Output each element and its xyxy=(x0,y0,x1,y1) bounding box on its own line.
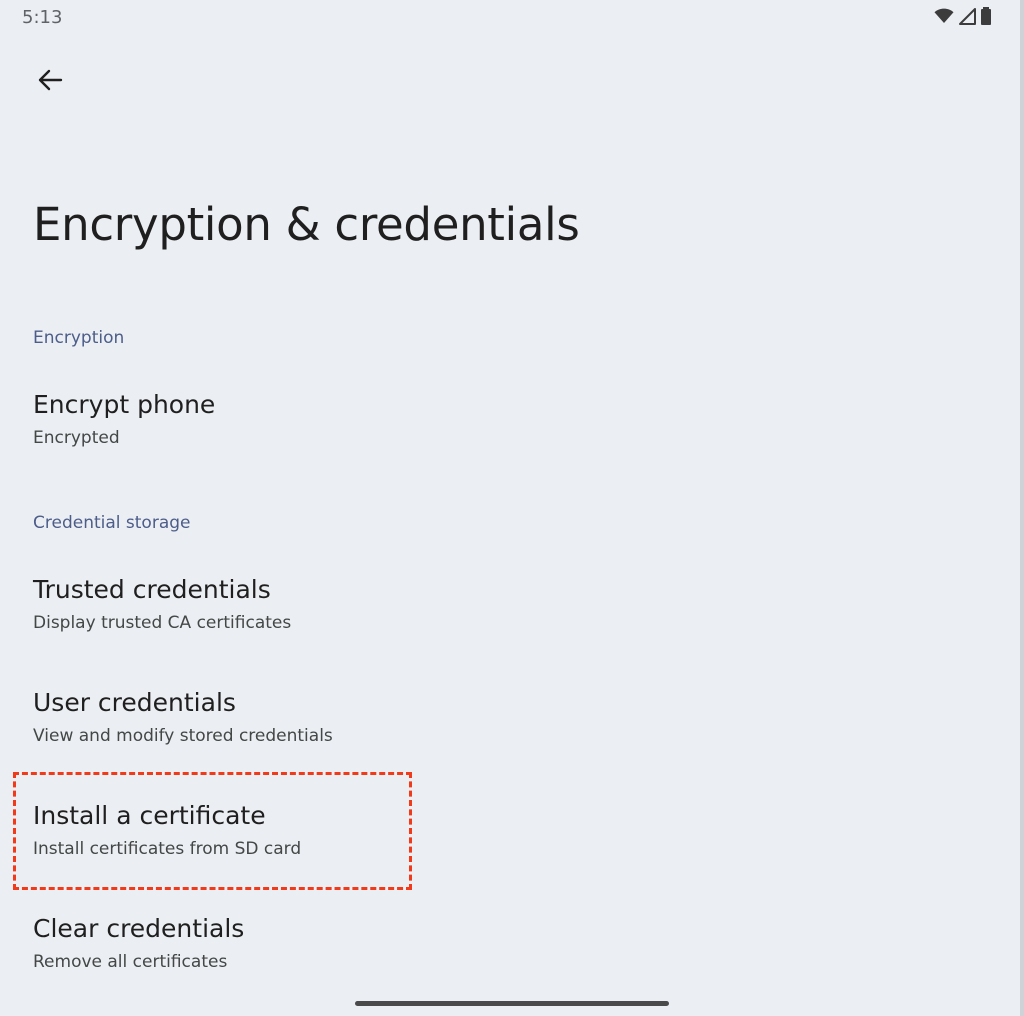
pref-title: Encrypt phone xyxy=(33,390,216,419)
pref-summary: Encrypted xyxy=(33,428,120,448)
pref-summary: Display trusted CA certificates xyxy=(33,613,292,633)
battery-icon xyxy=(980,7,992,25)
pref-title: Install a certificate xyxy=(33,801,266,830)
wifi-icon xyxy=(934,8,954,24)
pref-summary: Remove all certificates xyxy=(33,952,228,972)
status-time: 5:13 xyxy=(22,7,63,28)
screen-edge xyxy=(1020,0,1024,1016)
back-button[interactable] xyxy=(30,62,70,102)
pref-summary: View and modify stored credentials xyxy=(33,726,333,746)
pref-summary: Install certificates from SD card xyxy=(33,839,302,859)
status-bar: 5:13 xyxy=(0,0,1024,34)
arrow-back-icon xyxy=(37,68,63,96)
trusted-credentials-item[interactable]: Trusted credentials Display trusted CA c… xyxy=(16,555,410,667)
pref-title: User credentials xyxy=(33,688,236,717)
clear-credentials-item[interactable]: Clear credentials Remove all certificate… xyxy=(16,894,410,1006)
settings-screen: 5:13 Encryption & credentials Encryption… xyxy=(0,0,1024,1016)
section-header-credential-storage: Credential storage xyxy=(33,513,191,533)
page-title: Encryption & credentials xyxy=(33,198,580,251)
pref-title: Trusted credentials xyxy=(33,575,271,604)
cell-signal-icon xyxy=(958,7,976,25)
encrypt-phone-item[interactable]: Encrypt phone Encrypted xyxy=(16,370,410,482)
gesture-nav-handle[interactable] xyxy=(355,1001,669,1006)
user-credentials-item[interactable]: User credentials View and modify stored … xyxy=(16,668,410,780)
status-icons xyxy=(934,6,992,26)
pref-title: Clear credentials xyxy=(33,914,245,943)
section-header-encryption: Encryption xyxy=(33,328,125,348)
install-certificate-item[interactable]: Install a certificate Install certificat… xyxy=(16,781,410,893)
